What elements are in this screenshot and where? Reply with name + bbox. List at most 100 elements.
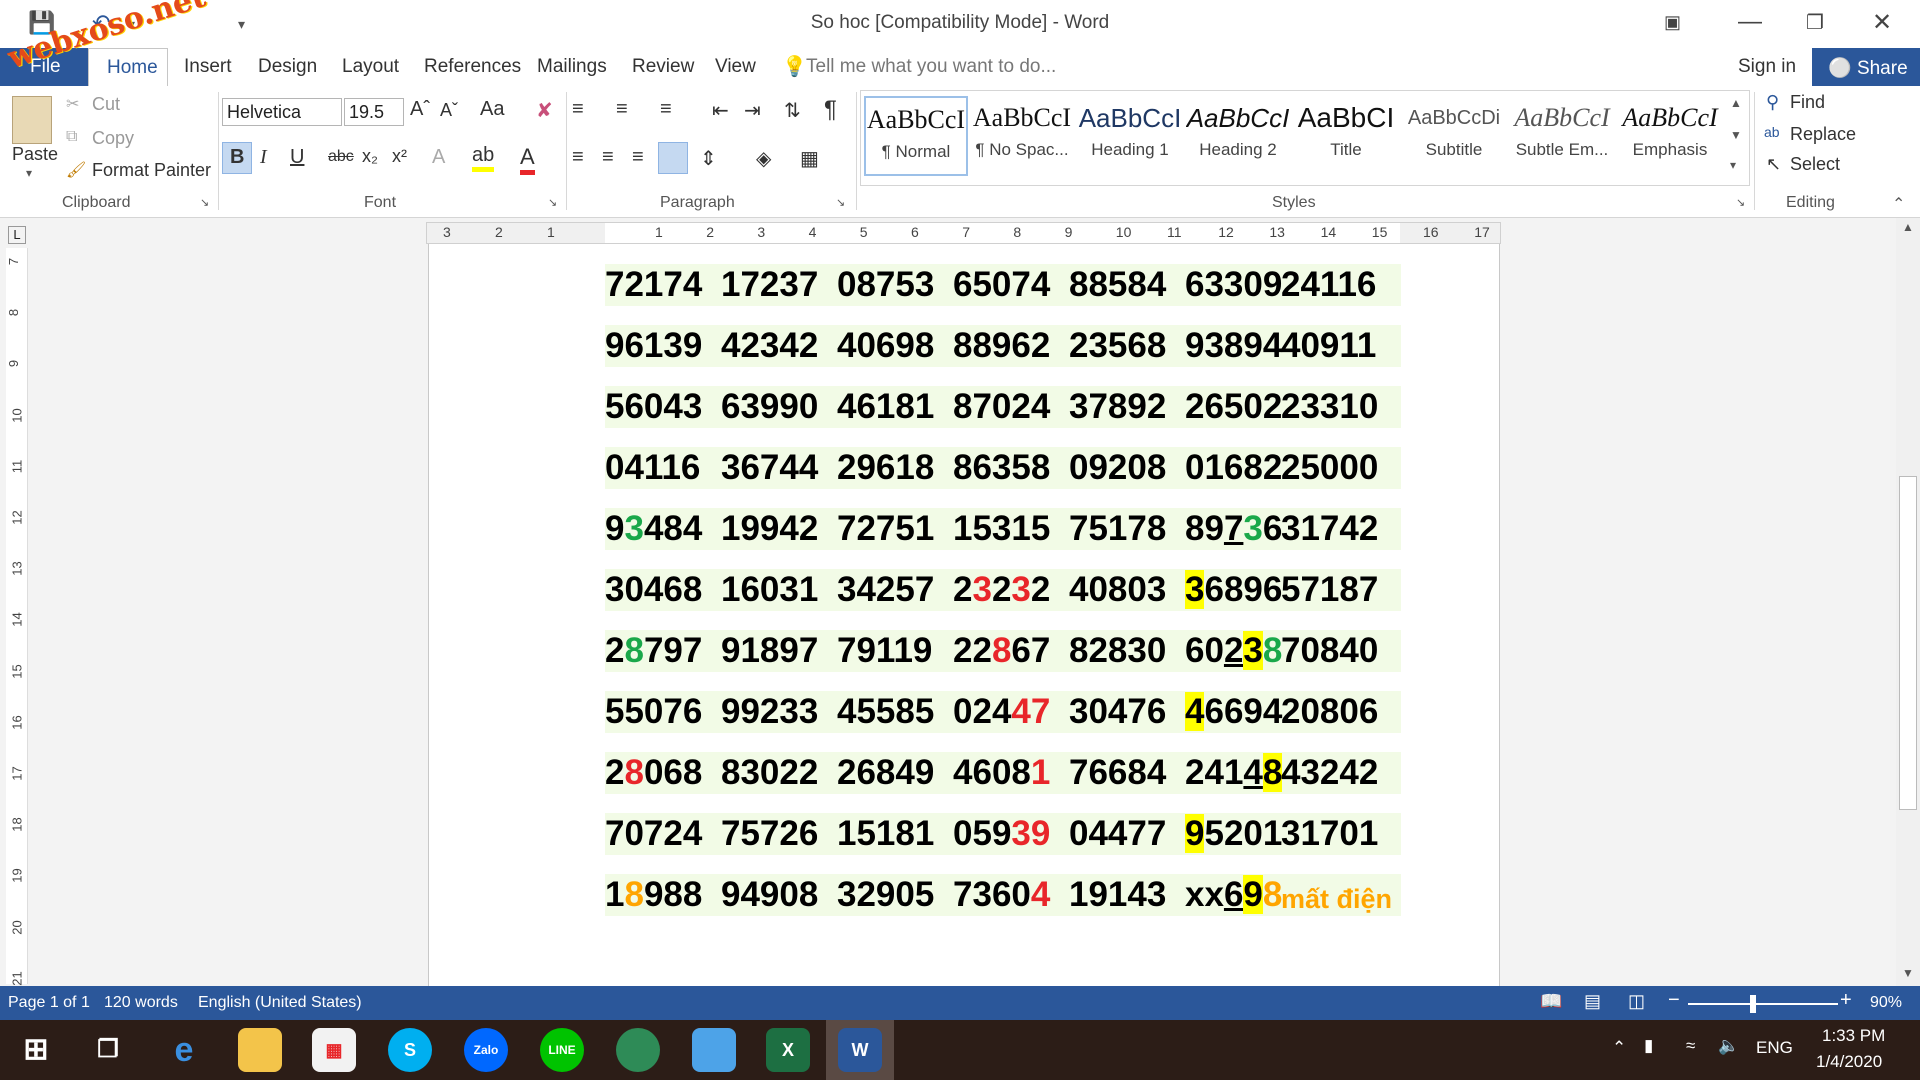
store-icon[interactable]: ▦ (312, 1028, 356, 1072)
number-cell[interactable]: 32905 (837, 874, 953, 916)
number-cell[interactable]: 91897 (721, 630, 837, 672)
number-cell[interactable]: 04477 (1069, 813, 1185, 855)
number-cell[interactable]: 37892 (1069, 386, 1185, 428)
number-cell[interactable]: 20806 (1281, 691, 1397, 733)
clock-date[interactable]: 1/4/2020 (1816, 1052, 1882, 1072)
number-cell[interactable]: 46181 (837, 386, 953, 428)
styles-scroll-down-icon[interactable]: ▼ (1730, 128, 1742, 142)
borders-icon[interactable]: ▦ (800, 146, 819, 171)
style-no-spacing[interactable]: AaBbCcI ¶ No Spac... (970, 96, 1074, 176)
number-cell[interactable]: 17237 (721, 264, 837, 306)
web-layout-icon[interactable]: ◫ (1628, 991, 1645, 1012)
number-cell[interactable]: 94908 (721, 874, 837, 916)
number-cell[interactable]: 09208 (1069, 447, 1185, 489)
number-cell[interactable]: 63309 (1185, 264, 1282, 306)
grow-font-icon[interactable]: Aˆ (410, 98, 430, 121)
clock-time[interactable]: 1:33 PM (1822, 1026, 1885, 1046)
share-button[interactable]: ⚪ Share (1812, 48, 1920, 86)
number-cell[interactable]: mất điện (1281, 874, 1411, 916)
style-emphasis[interactable]: AaBbCcI Emphasis (1618, 96, 1722, 176)
restore-button[interactable]: ❐ (1806, 10, 1824, 35)
style-heading-1[interactable]: AaBbCcI Heading 1 (1078, 96, 1182, 176)
print-layout-icon[interactable]: ▤ (1584, 991, 1601, 1012)
number-cell[interactable]: 65074 (953, 264, 1069, 306)
number-cell[interactable]: 08753 (837, 264, 953, 306)
number-cell[interactable]: 31742 (1281, 508, 1397, 550)
justify-button[interactable] (658, 142, 688, 174)
number-cell[interactable]: 57187 (1281, 569, 1397, 611)
italic-button[interactable]: I (260, 146, 267, 169)
ribbon-display-icon[interactable]: ▣ (1664, 12, 1681, 33)
font-color-icon[interactable]: A (520, 144, 535, 175)
number-cell[interactable]: 23310 (1281, 386, 1397, 428)
number-cell[interactable]: 89736 (1185, 508, 1282, 550)
number-cell[interactable]: 04116 (605, 447, 721, 489)
battery-icon[interactable]: ▮ (1644, 1036, 1653, 1056)
number-cell[interactable]: 88584 (1069, 264, 1185, 306)
number-cell[interactable]: xx698 (1185, 874, 1282, 916)
superscript-icon[interactable]: x² (392, 146, 407, 167)
number-cell[interactable]: 18988 (605, 874, 721, 916)
number-cell[interactable]: 23568 (1069, 325, 1185, 367)
shading-icon[interactable]: ◈ (756, 146, 771, 171)
number-cell[interactable]: 30476 (1069, 691, 1185, 733)
sign-in-link[interactable]: Sign in (1738, 56, 1796, 78)
copy-icon[interactable]: ⧉ (66, 128, 77, 146)
number-cell[interactable]: 26502 (1185, 386, 1282, 428)
zoom-slider-thumb[interactable] (1750, 995, 1756, 1013)
zalo-icon[interactable]: Zalo (464, 1028, 508, 1072)
scroll-thumb[interactable] (1899, 476, 1917, 810)
clear-formatting-icon[interactable]: ✘ (536, 98, 553, 123)
collapse-ribbon-icon[interactable]: ⌃ (1892, 194, 1905, 214)
word-count[interactable]: 120 words (104, 994, 178, 1012)
number-cell[interactable]: 43242 (1281, 752, 1397, 794)
horizontal-ruler[interactable]: 3 2 1 1 2 3 4 5 6 7 8 9 10 11 12 13 14 15 16 17 (426, 222, 1501, 244)
shrink-font-icon[interactable]: Aˇ (440, 100, 458, 121)
subscript-icon[interactable]: x₂ (362, 146, 378, 167)
tab-insert[interactable]: Insert (184, 56, 232, 78)
tell-me-box[interactable]: Tell me what you want to do... (806, 56, 1056, 78)
number-cell[interactable]: 88962 (953, 325, 1069, 367)
number-cell[interactable]: 05939 (953, 813, 1069, 855)
number-cell[interactable]: 15315 (953, 508, 1069, 550)
number-cell[interactable]: 55076 (605, 691, 721, 733)
minimize-button[interactable]: — (1738, 8, 1762, 36)
align-left-icon[interactable]: ≡ (572, 146, 584, 169)
task-view-icon[interactable]: ❐ (86, 1028, 130, 1072)
number-cell[interactable]: 15181 (837, 813, 953, 855)
number-cell[interactable]: 31701 (1281, 813, 1397, 855)
read-mode-icon[interactable]: 📖 (1540, 991, 1562, 1012)
find-button[interactable]: Find (1790, 92, 1825, 113)
number-cell[interactable]: 40698 (837, 325, 953, 367)
tab-design[interactable]: Design (258, 56, 317, 78)
number-cell[interactable]: 40911 (1281, 325, 1397, 367)
number-cell[interactable]: 75178 (1069, 508, 1185, 550)
number-cell[interactable]: 60238 (1185, 630, 1282, 672)
number-cell[interactable]: 19942 (721, 508, 837, 550)
tab-review[interactable]: Review (632, 56, 694, 78)
number-cell[interactable]: 01682 (1185, 447, 1282, 489)
copy-button[interactable]: Copy (92, 128, 134, 149)
windows-start-icon[interactable]: ⊞ (14, 1028, 58, 1072)
style-normal[interactable]: AaBbCcI ¶ Normal (864, 96, 968, 176)
number-cell[interactable]: 30468 (605, 569, 721, 611)
edge-icon[interactable]: e (162, 1028, 206, 1072)
number-cell[interactable]: 24148 (1185, 752, 1283, 794)
cut-button[interactable]: Cut (92, 94, 120, 115)
change-case-button[interactable]: Aa (480, 98, 504, 121)
number-cell[interactable]: 87024 (953, 386, 1069, 428)
replace-button[interactable]: Replace (1790, 124, 1856, 145)
number-cell[interactable]: 23232 (953, 569, 1069, 611)
volume-icon[interactable]: 🔈 (1718, 1036, 1739, 1056)
line-spacing-icon[interactable]: ⇕ (700, 146, 717, 171)
number-cell[interactable]: 96139 (605, 325, 721, 367)
word-icon[interactable]: W (838, 1028, 882, 1072)
page-count[interactable]: Page 1 of 1 (8, 994, 90, 1012)
format-painter-icon[interactable]: 🖌 (66, 160, 86, 180)
replace-icon[interactable]: ab (1764, 124, 1780, 140)
number-cell[interactable]: 42342 (721, 325, 837, 367)
number-cell[interactable]: 26849 (837, 752, 953, 794)
number-cell[interactable]: 22867 (953, 630, 1069, 672)
number-cell[interactable]: 83022 (721, 752, 837, 794)
tab-selector-icon[interactable]: L (8, 226, 26, 244)
